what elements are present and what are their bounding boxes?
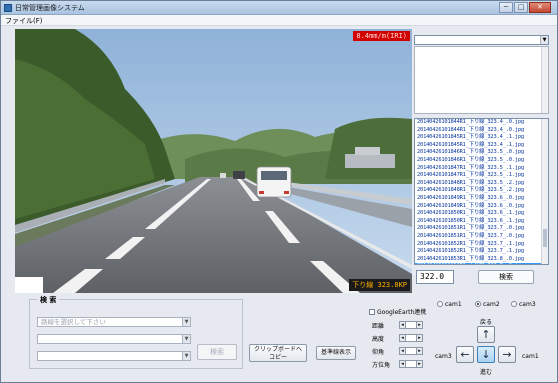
iri-overlay: 8.4mm/m(IRI)	[353, 31, 410, 41]
right-arrow-icon: →	[502, 348, 512, 361]
right-arrow-button[interactable]: →	[498, 346, 516, 363]
radio-cam3[interactable]	[511, 301, 517, 307]
chevron-right-icon[interactable]: ▸	[416, 322, 422, 328]
chevron-left-icon[interactable]: ◂	[400, 348, 406, 354]
chevron-left-icon[interactable]: ◂	[400, 361, 406, 367]
cam2-radio[interactable]: cam2	[475, 301, 500, 308]
elevation-spinner[interactable]: ◂ ▸	[399, 347, 423, 355]
scrollbar-thumb[interactable]	[543, 229, 547, 247]
search-group-title: 検 索	[37, 295, 60, 305]
frame-list-item[interactable]: 20140426101849R1_下り線_323.6_.0.jpg	[415, 195, 548, 203]
menu-file[interactable]: ファイル(F)	[5, 16, 43, 26]
google-earth-checkbox[interactable]: GoogleEarth連携	[369, 307, 426, 316]
position-field[interactable]: 322.0	[416, 270, 454, 284]
info-panel-scrollbar[interactable]	[541, 47, 548, 113]
cam3-radio[interactable]: cam3	[511, 301, 536, 308]
minimize-button[interactable]: ─	[499, 2, 513, 13]
radio-cam1[interactable]	[437, 301, 443, 307]
cam3-label: cam3	[519, 301, 536, 308]
chevron-right-icon[interactable]: ▸	[416, 335, 422, 341]
chevron-left-icon[interactable]: ◂	[400, 335, 406, 341]
info-panel	[414, 46, 549, 114]
radio-cam2[interactable]	[475, 301, 481, 307]
down-arrow-icon: ↓	[481, 348, 491, 361]
frame-list-item[interactable]: 20140426101846R1_下り線_323.5_.0.jpg	[415, 157, 548, 165]
copy-to-clipboard-button[interactable]: クリップボードへ コピー	[249, 344, 307, 362]
maximize-button[interactable]: □	[514, 2, 528, 13]
chevron-right-icon[interactable]: ▸	[416, 361, 422, 367]
chevron-right-icon[interactable]: ▸	[416, 348, 422, 354]
checkbox-box[interactable]	[369, 309, 375, 315]
route-combo-placeholder: 路線を選択して下さい	[41, 318, 106, 326]
cam-left-label: cam3	[435, 353, 452, 360]
cam1-label: cam1	[445, 301, 462, 308]
azimuth-spinner[interactable]: ◂ ▸	[399, 360, 423, 368]
title-bar[interactable]: 日常管理画像システム ─ □ ✕	[1, 1, 557, 15]
frame-list-item[interactable]: 20140426101852R1_下り線_323.7_.1.jpg	[415, 241, 548, 249]
frame-list-item[interactable]: 20140426101844R1_下り線_323.4_.0.jpg	[415, 119, 548, 127]
standard-line-button[interactable]: 基準線表示	[316, 346, 356, 360]
frame-rows: 20140426101844R1_下り線_323.4_.0.jpg 2014042…	[415, 119, 548, 264]
chevron-down-icon[interactable]: ▼	[182, 335, 190, 343]
param-distance-label: 距離	[372, 323, 385, 330]
nav-back-label: 戻る	[480, 319, 493, 326]
frame-list-item[interactable]: 20140426101845R1_下り線_323.4_.1.jpg	[415, 134, 548, 142]
copy-button-line2: コピー	[268, 354, 287, 361]
frame-list-item[interactable]: 20140426101849R1_下り線_323.6_.0.jpg	[415, 203, 548, 211]
copy-button-line1: クリップボードへ	[253, 346, 302, 353]
window-title: 日常管理画像システム	[15, 4, 85, 12]
kp-overlay: 下り線 323.8KP	[349, 279, 410, 291]
road-image	[15, 29, 412, 293]
frame-list-item[interactable]: 20140426101851R1_下り線_323.7_.0.jpg	[415, 233, 548, 241]
cam2-label: cam2	[483, 301, 500, 308]
route-select[interactable]: ▼	[414, 35, 549, 45]
kp-combo[interactable]: ▼	[37, 351, 191, 361]
distance-spinner[interactable]: ◂ ▸	[399, 321, 423, 329]
close-button[interactable]: ✕	[529, 2, 551, 13]
frame-list-item[interactable]: 20140426101852R1_下り線_323.7_.1.jpg	[415, 248, 548, 256]
altitude-spinner[interactable]: ◂ ▸	[399, 334, 423, 342]
video-viewport[interactable]: 8.4mm/m(IRI) 下り線 323.8KP	[15, 29, 412, 293]
chevron-left-icon[interactable]: ◂	[400, 322, 406, 328]
app-window: 日常管理画像システム ─ □ ✕ ファイル(F) 8.4mm/m(IRI) 下り…	[0, 0, 558, 383]
nav-forward-label: 進む	[480, 369, 493, 376]
search-button[interactable]: 検索	[197, 344, 237, 360]
up-arrow-icon: ↑	[481, 328, 491, 341]
param-elevation-label: 仰角	[372, 349, 385, 356]
cam1-radio[interactable]: cam1	[437, 301, 462, 308]
frame-list-item[interactable]: 20140426101846R1_下り線_323.5_.0.jpg	[415, 149, 548, 157]
frame-list-item[interactable]: 20140426101847R1_下り線_323.5_.1.jpg	[415, 172, 548, 180]
menu-bar: ファイル(F)	[1, 15, 557, 26]
up-arrow-button[interactable]: ↑	[477, 326, 495, 343]
param-altitude-label: 高度	[372, 336, 385, 343]
search-button-right[interactable]: 検索	[478, 270, 534, 284]
frame-list-item[interactable]: 20140426101850R1_下り線_323.6_.1.jpg	[415, 210, 548, 218]
cam-right-label: cam1	[522, 353, 539, 360]
frame-list-item[interactable]: 20140426101848R1_下り線_323.5_.2.jpg	[415, 187, 548, 195]
frame-list-item[interactable]: 20140426101853R1_下り線_323.8_.0.jpg	[415, 263, 548, 264]
video-corner-box	[15, 277, 43, 293]
chevron-down-icon[interactable]: ▼	[182, 352, 190, 360]
app-icon	[4, 4, 12, 12]
chevron-down-icon[interactable]: ▼	[540, 36, 548, 44]
chevron-down-icon[interactable]: ▼	[182, 318, 190, 326]
frame-list-item[interactable]: 20140426101851R1_下り線_323.7_.0.jpg	[415, 225, 548, 233]
direction-combo[interactable]: ▼	[37, 334, 191, 344]
left-arrow-button[interactable]: ←	[456, 346, 474, 363]
frame-list[interactable]: 20140426101844R1_下り線_323.4_.0.jpg 2014042…	[414, 118, 549, 265]
down-arrow-button[interactable]: ↓	[477, 346, 495, 363]
window-controls: ─ □ ✕	[499, 2, 551, 13]
left-arrow-icon: ←	[460, 348, 470, 361]
google-earth-label: GoogleEarth連携	[377, 309, 427, 316]
frame-list-scrollbar[interactable]	[541, 119, 548, 264]
param-azimuth-label: 方位角	[372, 362, 391, 369]
route-combo[interactable]: 路線を選択して下さい ▼	[37, 317, 191, 327]
